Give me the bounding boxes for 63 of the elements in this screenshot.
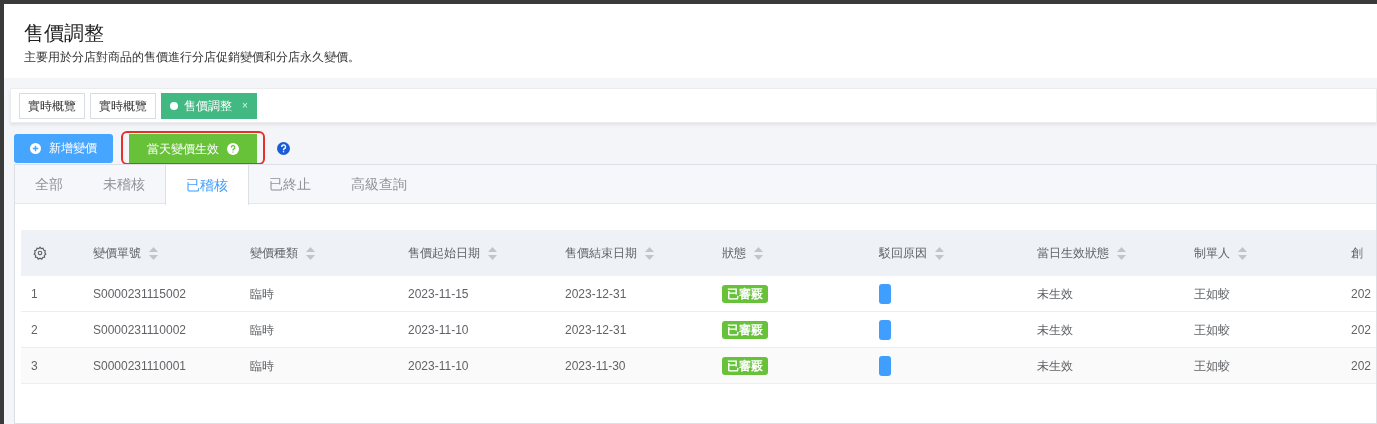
help-icon[interactable] [277,141,290,155]
apply-button[interactable]: 當天變價生效 [129,134,257,163]
page-tab[interactable]: 實時概覽 [90,92,156,119]
column-header: 售價起始日期 [408,245,480,262]
sort-icon[interactable] [754,246,763,260]
status-tab[interactable]: 高級查詢 [331,165,427,203]
column-header: 變價種類 [250,245,298,262]
table-cell: 2023-11-15 [408,286,469,301]
column-header: 制單人 [1194,245,1230,262]
add-button[interactable]: 新增變價 [14,133,113,163]
sort-icon[interactable] [1117,246,1126,260]
table-cell: 2023-11-30 [565,358,626,373]
table-cell: 臨時 [250,322,274,337]
close-icon[interactable]: × [242,98,248,113]
table-cell: 王如蛟 [1194,286,1230,301]
row-number: 2 [31,322,38,337]
row-number: 1 [31,286,38,301]
status-tab[interactable]: 已稽核 [165,165,249,205]
sort-icon[interactable] [149,246,158,260]
status-tag: 已審覈 [722,320,768,339]
table-cell: S0000231115002 [93,286,186,301]
settings-icon[interactable] [33,246,47,260]
column-header: 創 [1351,245,1363,262]
table-cell: S0000231110002 [93,322,186,337]
row-number: 3 [31,358,38,373]
table-cell: 臨時 [250,286,274,301]
table-cell: 王如蛟 [1194,358,1230,373]
sort-icon[interactable] [306,246,315,260]
table-cell: S0000231110001 [93,358,186,373]
column-header: 當日生效狀態 [1037,245,1109,262]
column-header: 駁回原因 [879,245,927,262]
table-cell: 未生效 [1037,358,1073,373]
page-description: 主要用於分店對商品的售價進行分店促銷變價和分店永久變價。 [24,49,361,66]
status-tab[interactable]: 未稽核 [83,165,165,203]
reason-button[interactable] [879,355,891,376]
sort-icon[interactable] [935,246,944,260]
column-header: 售價結束日期 [565,245,637,262]
table-cell: 臨時 [250,358,274,373]
table-cell: 202 [1351,358,1372,373]
column-header: 狀態 [722,245,746,262]
sort-icon[interactable] [1238,246,1247,260]
page-title: 售價調整 [24,21,105,46]
table-cell: 202 [1351,322,1372,337]
status-tag: 已審覈 [722,356,768,375]
column-header: 變價單號 [93,245,141,262]
page-tab[interactable]: 實時概覽 [19,92,85,119]
table-cell: 202 [1351,286,1372,301]
status-tab[interactable]: 全部 [15,165,83,203]
status-tab[interactable]: 已終止 [249,165,331,203]
table-cell: 未生效 [1037,286,1073,301]
reason-button[interactable] [879,283,891,304]
table-cell: 未生效 [1037,322,1073,337]
table-cell: 2023-11-10 [408,358,469,373]
reason-button[interactable] [879,319,891,340]
table-cell: 2023-11-10 [408,322,469,337]
page-tab[interactable]: 售價調整 × [161,92,257,119]
table-cell: 王如蛟 [1194,322,1230,337]
table-cell: 2023-12-31 [565,322,627,337]
table-cell: 2023-12-31 [565,286,627,301]
sort-icon[interactable] [488,246,497,260]
status-tag: 已審覈 [722,284,768,303]
plus-icon [30,142,41,154]
sort-icon[interactable] [645,246,654,260]
